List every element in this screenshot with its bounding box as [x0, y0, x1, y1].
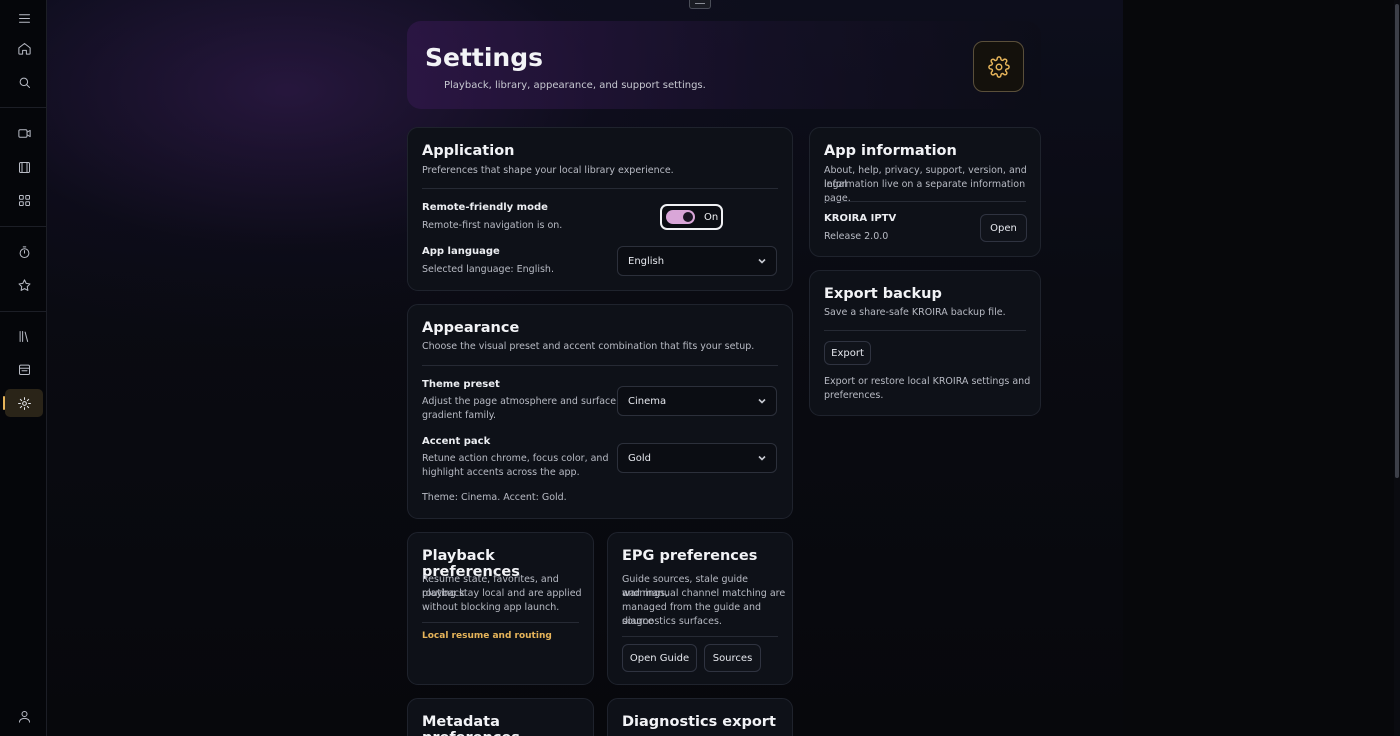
- app-language-select[interactable]: English: [617, 246, 777, 276]
- search-icon: [19, 77, 30, 88]
- sidebar-divider: [0, 107, 47, 108]
- card-title: App information: [824, 143, 957, 159]
- export-note-1: Export or restore local KROIRA settings …: [824, 376, 1031, 387]
- open-app-info-button[interactable]: Open: [980, 214, 1027, 242]
- chevron-down-icon: [757, 453, 767, 463]
- chevron-down-icon: [757, 256, 767, 266]
- metadata-preferences-card: Metadata preferences: [407, 698, 594, 736]
- star-icon: [18, 278, 30, 291]
- separator: [824, 330, 1026, 331]
- header-gear-badge: [973, 41, 1024, 92]
- hamburger-icon: [18, 13, 30, 23]
- card-description: Preferences that shape your local librar…: [422, 165, 674, 176]
- appearance-summary: Theme: Cinema. Accent: Gold.: [422, 492, 567, 503]
- right-background-band: [1123, 0, 1400, 736]
- scrollbar-thumb[interactable]: [1395, 4, 1399, 478]
- accent-pack-label: Accent pack: [422, 436, 491, 447]
- user-icon: [18, 710, 30, 723]
- scrollbar[interactable]: [1394, 0, 1400, 736]
- sidebar-item-guide[interactable]: [5, 355, 43, 383]
- accent-pack-description-1: Retune action chrome, focus color, and: [422, 453, 609, 464]
- separator: [422, 188, 778, 189]
- card-title: Export backup: [824, 286, 942, 302]
- sidebar-item-live[interactable]: [5, 119, 43, 147]
- app-release: Release 2.0.0: [824, 231, 889, 242]
- accent-pack-select[interactable]: Gold: [617, 443, 777, 473]
- gear-icon: [987, 55, 1010, 78]
- remote-mode-toggle[interactable]: On: [660, 204, 723, 230]
- selected-value: Gold: [628, 452, 651, 464]
- menu-button[interactable]: [5, 4, 43, 32]
- sidebar-item-history[interactable]: [5, 238, 43, 266]
- card-description-2: routing stay local and are applied: [422, 588, 582, 599]
- selected-value: Cinema: [628, 395, 667, 407]
- sidebar-item-library[interactable]: [5, 322, 43, 350]
- sidebar-item-home[interactable]: [5, 34, 43, 62]
- calendar-icon: [18, 364, 30, 375]
- sidebar-item-categories[interactable]: [5, 186, 43, 214]
- card-description: Save a share-safe KROIRA backup file.: [824, 307, 1006, 318]
- export-backup-card: Export backup Save a share-safe KROIRA b…: [809, 270, 1041, 416]
- sidebar-item-favorites[interactable]: [5, 271, 43, 299]
- card-description-4: diagnostics surfaces.: [622, 616, 722, 627]
- sidebar-divider: [0, 226, 47, 227]
- separator: [622, 636, 778, 637]
- video-camera-icon: [17, 128, 31, 138]
- theme-preset-description-1: Adjust the page atmosphere and surface: [422, 396, 617, 407]
- card-description-3: without blocking app launch.: [422, 602, 560, 613]
- theme-preset-description-2: gradient family.: [422, 410, 497, 421]
- theme-preset-select[interactable]: Cinema: [617, 386, 777, 416]
- timer-icon: [19, 245, 29, 258]
- page-title: Settings: [425, 43, 544, 72]
- sidebar-item-search[interactable]: [5, 68, 43, 96]
- card-title: Application: [422, 143, 515, 159]
- toggle-state: On: [704, 211, 719, 223]
- app-name: KROIRA IPTV: [824, 213, 897, 224]
- app-language-description: Selected language: English.: [422, 264, 554, 275]
- diagnostics-export-card: Diagnostics export: [607, 698, 793, 736]
- card-description: Choose the visual preset and accent comb…: [422, 341, 755, 352]
- settings-header: Settings Playback, library, appearance, …: [407, 21, 1041, 109]
- card-title: Metadata preferences: [422, 714, 520, 736]
- page-subtitle: Playback, library, appearance, and suppo…: [444, 80, 706, 91]
- chevron-down-icon: [757, 396, 767, 406]
- card-title: EPG preferences: [622, 548, 758, 564]
- remote-mode-description: Remote-first navigation is on.: [422, 220, 563, 231]
- accent-pack-description-2: highlight accents across the app.: [422, 467, 580, 478]
- grid-icon: [18, 194, 30, 206]
- library-icon: [19, 330, 28, 342]
- separator: [824, 201, 1026, 202]
- selected-value: English: [628, 255, 665, 267]
- appearance-card: Appearance Choose the visual preset and …: [407, 304, 793, 519]
- epg-preferences-card: EPG preferences Guide sources, stale gui…: [607, 532, 793, 685]
- sidebar-item-profile[interactable]: [5, 702, 43, 730]
- export-button[interactable]: Export: [824, 341, 871, 365]
- playback-preferences-card: Playback preferences Resume state, favor…: [407, 532, 594, 685]
- app-language-label: App language: [422, 246, 500, 257]
- sources-button[interactable]: Sources: [704, 644, 761, 672]
- local-resume-link[interactable]: Local resume and routing: [422, 631, 552, 641]
- separator: [422, 622, 579, 623]
- toggle-track: [666, 210, 695, 224]
- home-icon: [17, 42, 31, 55]
- sidebar-item-movies[interactable]: [5, 153, 43, 181]
- sidebar-divider: [0, 311, 47, 312]
- gear-icon: [17, 396, 31, 410]
- separator: [422, 365, 778, 366]
- remote-mode-label: Remote-friendly mode: [422, 202, 548, 213]
- application-card: Application Preferences that shape your …: [407, 127, 793, 291]
- film-icon: [18, 161, 30, 173]
- open-guide-button[interactable]: Open Guide: [622, 644, 697, 672]
- card-description-2: and manual channel matching are: [622, 588, 786, 599]
- window-drag-handle[interactable]: [689, 0, 711, 9]
- toggle-knob: [683, 212, 693, 222]
- card-title: Appearance: [422, 320, 520, 336]
- sidebar-item-settings[interactable]: [3, 389, 43, 417]
- export-note-2: preferences.: [824, 390, 884, 401]
- app-information-card: App information About, help, privacy, su…: [809, 127, 1041, 257]
- card-title: Diagnostics export: [622, 714, 776, 730]
- sidebar: [0, 0, 47, 736]
- theme-preset-label: Theme preset: [422, 379, 500, 390]
